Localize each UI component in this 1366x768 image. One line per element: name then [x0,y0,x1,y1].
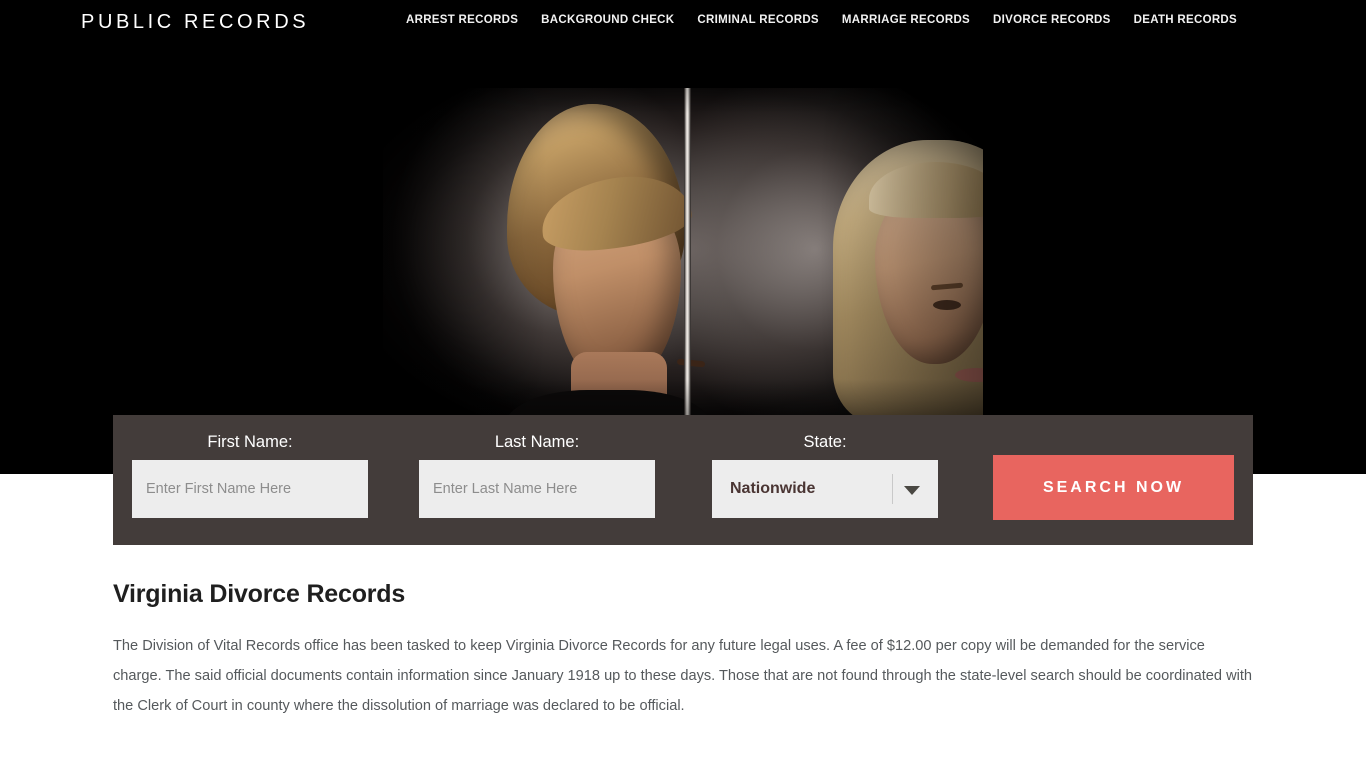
main-menu: ARREST RECORDS BACKGROUND CHECK CRIMINAL… [406,14,1237,26]
last-name-label: Last Name: [494,433,580,451]
nav-item-divorce-records[interactable]: DIVORCE RECORDS [993,14,1111,26]
state-field-group: State: Nationwide [712,433,938,518]
state-label: State: [803,433,847,451]
search-form: First Name: Last Name: State: Nationwide… [113,415,1253,545]
page-root: PUBLIC RECORDS ARREST RECORDS BACKGROUND… [0,0,1366,768]
page-title: Virginia Divorce Records [113,580,406,608]
last-name-field-group: Last Name: [419,433,655,518]
hero-vignette-overlay [0,0,1366,474]
content-paragraph-1: The Division of Vital Records office has… [113,638,1253,714]
first-name-input[interactable] [132,460,368,518]
state-select-value: Nationwide [730,480,816,497]
site-logo[interactable]: PUBLIC RECORDS [81,11,309,34]
nav-item-criminal-records[interactable]: CRIMINAL RECORDS [697,14,819,26]
search-now-button[interactable]: SEARCH NOW [993,455,1234,520]
nav-item-arrest-records[interactable]: ARREST RECORDS [406,14,518,26]
chevron-down-icon [904,486,920,495]
nav-item-marriage-records[interactable]: MARRIAGE RECORDS [842,14,970,26]
nav-item-background-check[interactable]: BACKGROUND CHECK [541,14,674,26]
state-select[interactable]: Nationwide [712,460,938,518]
nav-item-death-records[interactable]: DEATH RECORDS [1134,14,1237,26]
last-name-input[interactable] [419,460,655,518]
select-separator [892,474,893,504]
hero-section [0,0,1366,474]
first-name-label: First Name: [207,433,293,451]
main-content: Virginia Divorce Records The Division of… [113,580,1253,747]
first-name-field-group: First Name: [132,433,368,518]
top-navigation-bar: PUBLIC RECORDS ARREST RECORDS BACKGROUND… [0,0,1366,44]
